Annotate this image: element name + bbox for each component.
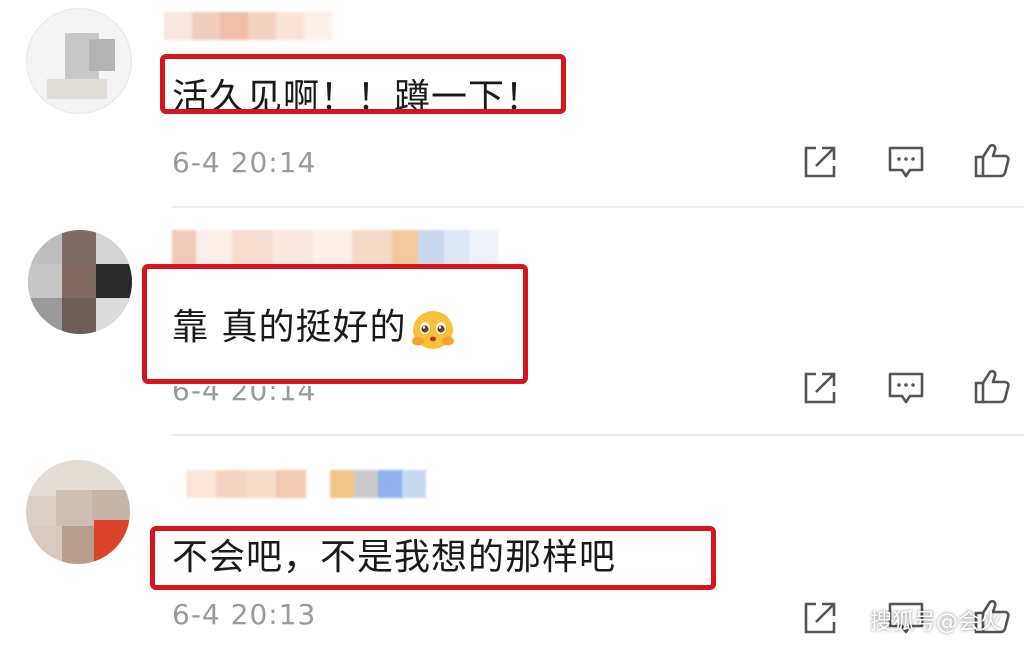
- avatar[interactable]: [26, 8, 132, 114]
- share-icon[interactable]: [800, 598, 840, 638]
- avatar[interactable]: [28, 230, 132, 334]
- thumbs-up-icon[interactable]: [972, 140, 1012, 180]
- share-icon[interactable]: [800, 368, 840, 408]
- username[interactable]: [186, 470, 426, 498]
- highlight-box: [150, 526, 716, 590]
- share-icon[interactable]: [800, 142, 840, 182]
- highlight-box: [160, 54, 566, 114]
- comment-item: 靠 真的挺好的 6-4 20:14: [0, 208, 1024, 434]
- comment-item: 活久见啊！！蹲一下！ 6-4 20:14: [0, 0, 1024, 206]
- username[interactable]: [172, 230, 498, 268]
- thumbs-up-icon[interactable]: [972, 366, 1012, 406]
- watermark: 搜狐号@会火: [869, 610, 1002, 635]
- avatar[interactable]: [26, 460, 130, 564]
- timestamp: 6-4 20:13: [172, 598, 317, 631]
- highlight-box: [142, 264, 528, 384]
- timestamp: 6-4 20:14: [172, 146, 317, 179]
- username[interactable]: [164, 12, 332, 40]
- comment-icon[interactable]: [886, 142, 926, 182]
- comment-icon[interactable]: [886, 368, 926, 408]
